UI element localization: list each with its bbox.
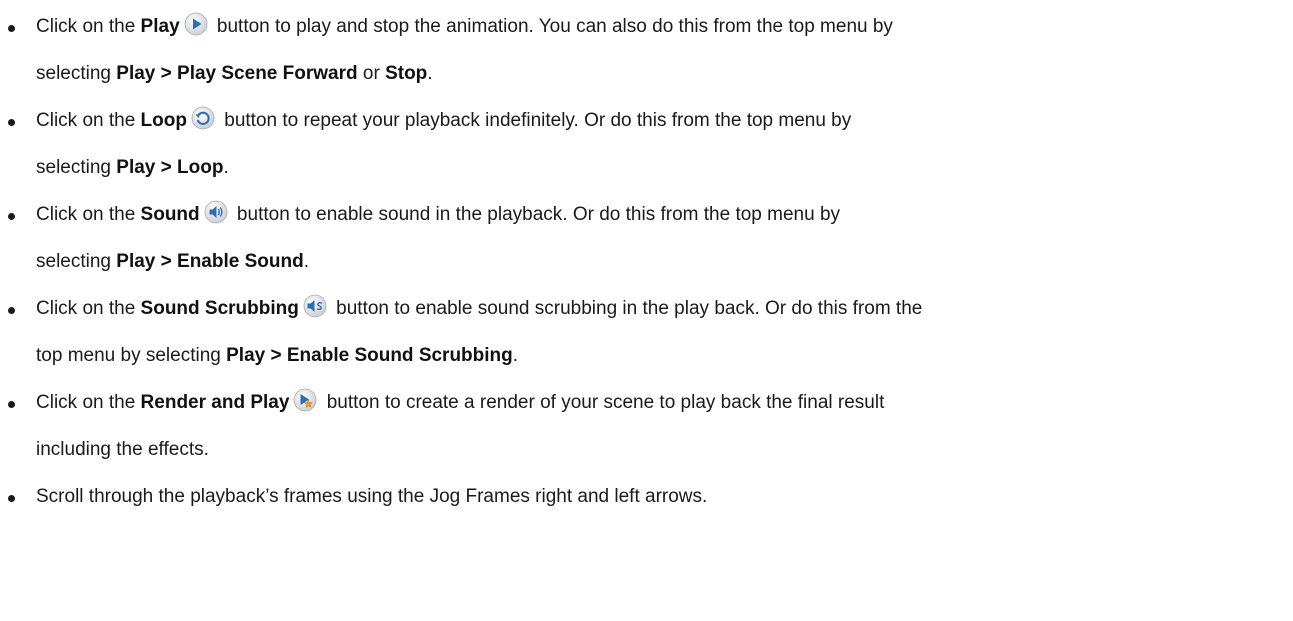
text: Scroll through the playback’s frames usi… (36, 486, 708, 507)
menu-path: Play > Play Scene Forward (116, 63, 358, 84)
render-and-play-icon (293, 388, 317, 412)
text: Click on the (36, 16, 141, 38)
bold-term: Sound Scrubbing (140, 298, 299, 320)
text: Click on the (36, 298, 141, 320)
line: Click on the Sound button to enable soun… (36, 200, 1263, 226)
menu-path: Play > Enable Sound Scrubbing (226, 345, 513, 366)
play-icon (184, 12, 208, 36)
text: Click on the (36, 392, 141, 414)
line: Click on the Loop button to repeat your … (36, 106, 1263, 132)
line: Click on the Play button to play and sto… (36, 12, 1263, 38)
text: button to create a render of your scene … (321, 392, 885, 414)
line: selecting Play > Loop. (36, 158, 1263, 177)
list-item-jog-frames: Scroll through the playback’s frames usi… (0, 487, 1293, 506)
bullet-point (8, 401, 15, 408)
list-item-render-and-play: Click on the Render and Play button to c… (0, 388, 1293, 459)
bold-term: Loop (140, 110, 187, 132)
text: . (303, 251, 309, 272)
text: top menu by selecting (36, 345, 227, 366)
bold-term: Sound (140, 204, 200, 226)
text: button to enable sound in the playback. … (231, 204, 841, 226)
line: Click on the Sound Scrubbing button to e… (36, 294, 1263, 320)
text: including the effects. (36, 439, 209, 460)
sound-icon (204, 200, 228, 224)
list-item-sound-scrubbing: Click on the Sound Scrubbing button to e… (0, 294, 1293, 365)
text: Click on the (36, 204, 141, 226)
text: . (223, 157, 229, 178)
text: Click on the (36, 110, 141, 132)
list-item-loop: Click on the Loop button to repeat your … (0, 106, 1293, 177)
menu-path: Play > Enable Sound (116, 251, 304, 272)
bold-term: Play (140, 16, 180, 38)
text: button to enable sound scrubbing in the … (330, 298, 923, 320)
list-item-play: Click on the Play button to play and sto… (0, 12, 1293, 83)
loop-icon (191, 106, 215, 130)
text: button to play and stop the animation. Y… (211, 16, 893, 38)
line: selecting Play > Play Scene Forward or S… (36, 64, 1263, 83)
bullet-point (8, 495, 15, 502)
playback-instructions-list: Click on the Play button to play and sto… (0, 0, 1293, 506)
help-page: Click on the Play button to play and sto… (0, 0, 1293, 621)
line: Click on the Render and Play button to c… (36, 388, 1263, 414)
text: . (512, 345, 519, 366)
text: or (357, 63, 386, 84)
sound-scrubbing-icon (303, 294, 327, 318)
menu-path: Play > Loop (116, 157, 224, 178)
bullet-point (8, 25, 15, 32)
bold-term: Render and Play (140, 392, 290, 414)
line: including the effects. (36, 440, 1263, 459)
menu-path: Stop (385, 63, 428, 84)
list-item-sound: Click on the Sound button to enable soun… (0, 200, 1293, 271)
text: selecting (36, 63, 117, 84)
text: selecting (36, 157, 117, 178)
text: button to repeat your playback indefinit… (218, 110, 852, 132)
bullet-point (8, 307, 15, 314)
line: selecting Play > Enable Sound. (36, 252, 1263, 271)
text: . (427, 63, 433, 84)
bullet-point (8, 213, 15, 220)
line: Scroll through the playback’s frames usi… (36, 487, 1263, 506)
text: selecting (36, 251, 117, 272)
bullet-point (8, 119, 15, 126)
line: top menu by selecting Play > Enable Soun… (36, 346, 1263, 365)
